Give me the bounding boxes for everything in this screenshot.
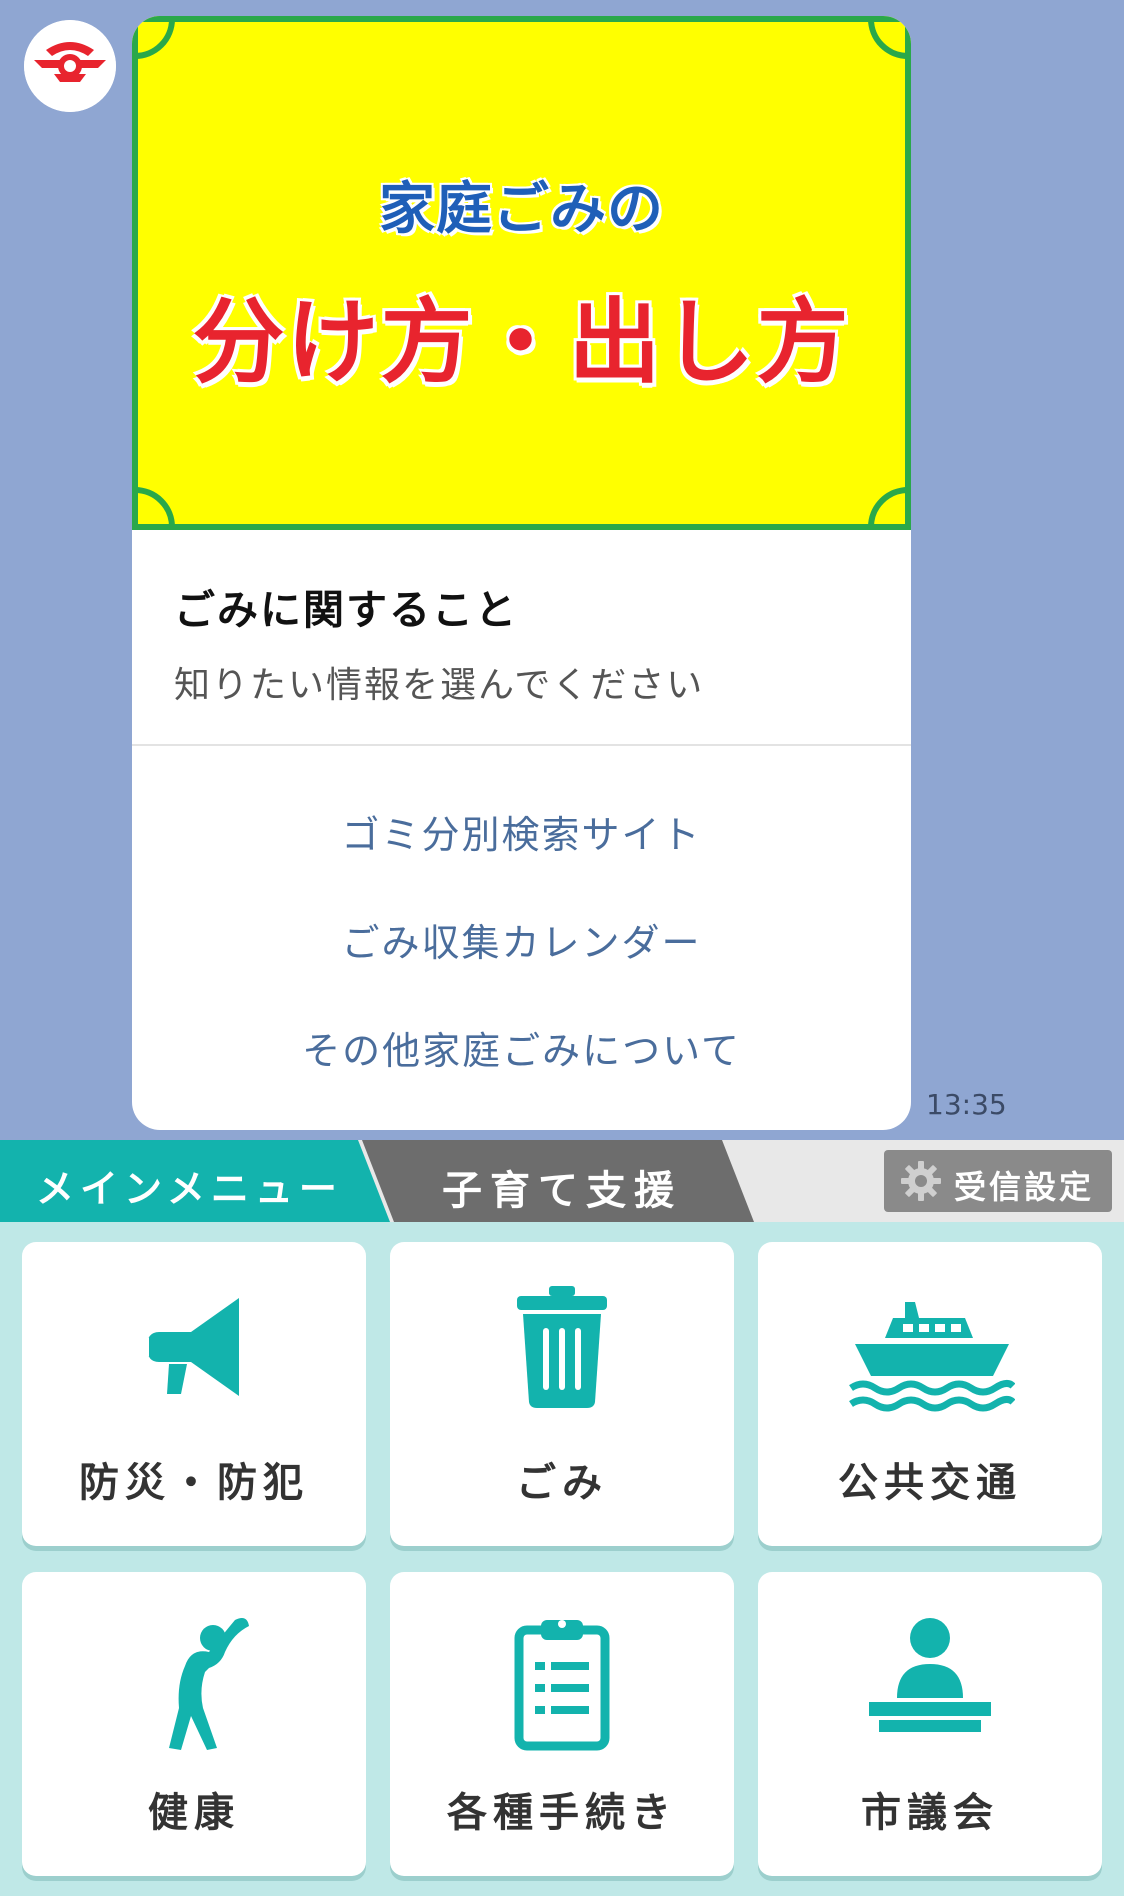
tile-city-council[interactable]: 市議会: [758, 1572, 1102, 1876]
message-timestamp: 13:35: [926, 1088, 1007, 1121]
tile-public-transport-label: 公共交通: [838, 1460, 1022, 1506]
tile-public-transport[interactable]: 公共交通: [758, 1242, 1102, 1546]
action-other-household-garbage[interactable]: その他家庭ごみについて: [132, 1020, 911, 1075]
tab-main-menu[interactable]: メインメニュー: [0, 1140, 390, 1222]
banner-title: 分け方・出し方: [192, 289, 851, 396]
card-divider: [132, 744, 911, 746]
tile-city-council-label: 市議会: [861, 1790, 999, 1836]
tab-childcare-support[interactable]: 子育て支援: [362, 1140, 754, 1222]
message-card: 家庭ごみの 分け方・出し方 ごみに関すること 知りたい情報を選んでください ゴミ…: [132, 16, 911, 1130]
tile-procedures-label: 各種手続き: [447, 1790, 677, 1836]
speaker-podium-icon: [869, 1618, 991, 1732]
trash-can-icon: [517, 1286, 607, 1408]
gear-icon: [901, 1161, 941, 1201]
tile-disaster-crime-prevention[interactable]: 防災・防犯: [22, 1242, 366, 1546]
tile-health[interactable]: 健康: [22, 1572, 366, 1876]
tab-childcare-support-label: 子育て支援: [442, 1168, 682, 1214]
tile-garbage[interactable]: ごみ: [390, 1242, 734, 1546]
rich-menu: メインメニュー 子育て支援 受信設定 防災・防犯 ごみ 公共交通 健康 各種手続…: [0, 1140, 1124, 1896]
ferry-boat-icon: [849, 1302, 1015, 1412]
megaphone-icon: [143, 1298, 239, 1396]
card-title: ごみに関すること: [174, 586, 518, 634]
tab-main-menu-label: メインメニュー: [36, 1167, 343, 1211]
chat-area: 家庭ごみの 分け方・出し方 ごみに関すること 知りたい情報を選んでください ゴミ…: [0, 0, 1124, 1140]
tile-disaster-crime-prevention-label: 防災・防犯: [79, 1460, 309, 1506]
banner-heading: 家庭ごみの: [379, 177, 664, 242]
notification-settings-button[interactable]: 受信設定: [884, 1150, 1112, 1212]
account-avatar[interactable]: [24, 20, 116, 112]
menu-tab-bar: メインメニュー 子育て支援 受信設定: [0, 1140, 1124, 1222]
banner-image[interactable]: 家庭ごみの 分け方・出し方: [132, 16, 911, 530]
clipboard-checklist-icon: [514, 1620, 610, 1751]
action-garbage-calendar[interactable]: ごみ収集カレンダー: [132, 912, 911, 967]
tile-health-label: 健康: [148, 1790, 240, 1836]
tile-garbage-label: ごみ: [516, 1460, 608, 1506]
notification-settings-label: 受信設定: [954, 1168, 1095, 1206]
action-garbage-sorting-search[interactable]: ゴミ分別検索サイト: [132, 804, 911, 859]
city-emblem-icon: [24, 20, 116, 112]
tile-procedures[interactable]: 各種手続き: [390, 1572, 734, 1876]
stretching-person-icon: [169, 1618, 249, 1750]
card-subtitle: 知りたい情報を選んでください: [174, 665, 705, 706]
